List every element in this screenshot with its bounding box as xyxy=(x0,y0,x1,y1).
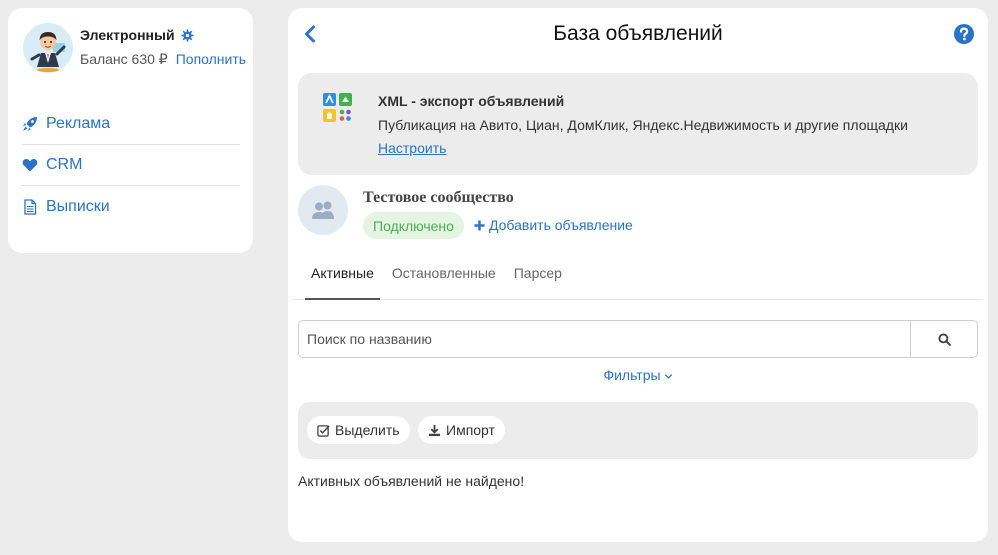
balance-row: Баланс 630 ₽ Пополнить xyxy=(80,51,246,68)
rocket-icon xyxy=(23,117,37,131)
check-square-icon xyxy=(317,424,330,437)
question-circle-icon[interactable] xyxy=(954,24,974,44)
import-button[interactable]: Импорт xyxy=(418,416,505,444)
tab-bar: Активные Остановленные Парсер xyxy=(293,255,983,300)
search-button[interactable] xyxy=(910,320,978,358)
profile-name: Электронный xyxy=(80,27,194,43)
sidebar-menu: Реклама CRM Выписки xyxy=(22,104,240,227)
status-badge: Подключено xyxy=(363,212,464,239)
topup-link[interactable]: Пополнить xyxy=(176,51,246,68)
empty-state-message: Активных объявлений не найдено! xyxy=(298,473,525,489)
sidebar-item-label: Выписки xyxy=(46,197,110,215)
gear-icon[interactable] xyxy=(180,28,194,42)
sidebar-item-label: CRM xyxy=(46,156,83,173)
balance-value: Баланс 630 ₽ xyxy=(80,51,168,67)
add-ad-label: Добавить объявление xyxy=(489,217,633,233)
filters-toggle[interactable]: Фильтры xyxy=(288,367,988,383)
user-avatar[interactable] xyxy=(23,23,73,73)
users-icon xyxy=(312,201,334,219)
search-input[interactable] xyxy=(298,320,910,358)
document-icon xyxy=(24,198,37,215)
plus-icon xyxy=(474,219,485,231)
header: База объявлений xyxy=(288,8,988,63)
export-platforms-icon xyxy=(323,93,352,122)
xml-export-description: Публикация на Авито, Циан, ДомКлик, Янде… xyxy=(378,117,908,133)
xml-export-card: XML - экспорт объявлений Публикация на А… xyxy=(298,73,978,175)
sidebar-item-ads[interactable]: Реклама xyxy=(22,104,240,145)
community-name: Тестовое сообщество xyxy=(363,189,514,206)
chevron-down-icon xyxy=(664,374,672,379)
xml-setup-link[interactable]: Настроить xyxy=(378,140,446,156)
add-ad-button[interactable]: Добавить объявление xyxy=(474,217,633,233)
main-panel: База объявлений XML - экспорт объявлений… xyxy=(288,8,988,542)
select-button[interactable]: Выделить xyxy=(307,416,410,444)
search-bar xyxy=(298,320,978,358)
sidebar-item-statements[interactable]: Выписки xyxy=(22,186,240,227)
businessman-avatar-icon xyxy=(23,23,73,73)
filters-label: Фильтры xyxy=(603,367,661,383)
download-icon xyxy=(428,424,441,436)
sidebar-item-crm[interactable]: CRM xyxy=(22,145,240,186)
tab-stopped[interactable]: Остановленные xyxy=(386,255,502,300)
select-button-label: Выделить xyxy=(335,422,400,438)
community-avatar xyxy=(298,185,348,235)
sidebar: Электронный Баланс 630 ₽ Пополнить Рекла… xyxy=(8,8,253,253)
search-icon xyxy=(937,332,951,346)
page-title: База объявлений xyxy=(553,22,723,45)
profile-name-text: Электронный xyxy=(80,27,175,43)
xml-export-title: XML - экспорт объявлений xyxy=(378,93,565,109)
ads-toolbar: Выделить Импорт xyxy=(298,402,978,459)
heart-icon xyxy=(22,159,38,172)
import-button-label: Импорт xyxy=(446,422,495,438)
sidebar-item-label: Реклама xyxy=(46,115,111,132)
tab-active[interactable]: Активные xyxy=(305,255,380,300)
tab-parser[interactable]: Парсер xyxy=(508,255,568,300)
